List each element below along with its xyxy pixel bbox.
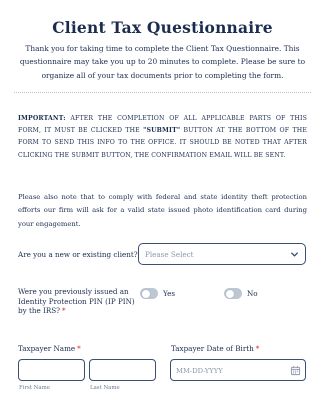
important-submit-word: "SUBMIT"	[143, 127, 181, 135]
client-type-select[interactable]: Please Select	[138, 243, 306, 265]
important-notice: IMPORTANT: After the completion of all a…	[18, 113, 307, 162]
ip-pin-label-text: Were you previously issued an Identity P…	[18, 287, 135, 316]
dob-input[interactable]: MM-DD-YYYY	[170, 359, 306, 381]
ip-pin-no-toggle[interactable]	[224, 288, 242, 299]
dob-placeholder: MM-DD-YYYY	[176, 367, 223, 375]
ip-pin-yes-label[interactable]: Yes	[163, 289, 175, 298]
taxpayer-name-label-text: Taxpayer Name	[18, 344, 76, 353]
required-mark: *	[255, 344, 260, 353]
required-mark: *	[77, 344, 81, 353]
client-type-label: Are you a new or existing client?*	[18, 250, 143, 259]
taxpayer-dob-label: Taxpayer Date of Birth *	[171, 344, 259, 353]
toggle-knob	[225, 289, 234, 298]
last-name-sublabel: Last Name	[90, 385, 120, 391]
chevron-down-icon	[291, 252, 298, 257]
important-lead: IMPORTANT:	[18, 115, 66, 122]
id-notice: Please also note that to comply with fed…	[18, 193, 307, 228]
taxpayer-dob-label-text: Taxpayer Date of Birth	[171, 344, 254, 353]
client-type-label-text: Are you a new or existing client?	[18, 250, 138, 259]
ip-pin-no-label[interactable]: No	[247, 289, 258, 298]
last-name-input[interactable]	[89, 359, 156, 381]
first-name-sublabel: First Name	[19, 385, 50, 391]
toggle-knob	[141, 289, 150, 298]
ip-pin-label: Were you previously issued an Identity P…	[18, 287, 136, 316]
ip-pin-yes-toggle[interactable]	[140, 288, 158, 299]
form-title: Client Tax Questionnaire	[52, 18, 273, 37]
client-type-placeholder: Please Select	[145, 250, 194, 259]
taxpayer-name-label: Taxpayer Name *	[18, 344, 81, 353]
first-name-input[interactable]	[18, 359, 85, 381]
section-divider	[14, 92, 311, 93]
required-mark: *	[62, 306, 66, 316]
calendar-icon[interactable]	[290, 365, 301, 376]
form-intro: Thank you for taking time to complete th…	[19, 44, 306, 80]
